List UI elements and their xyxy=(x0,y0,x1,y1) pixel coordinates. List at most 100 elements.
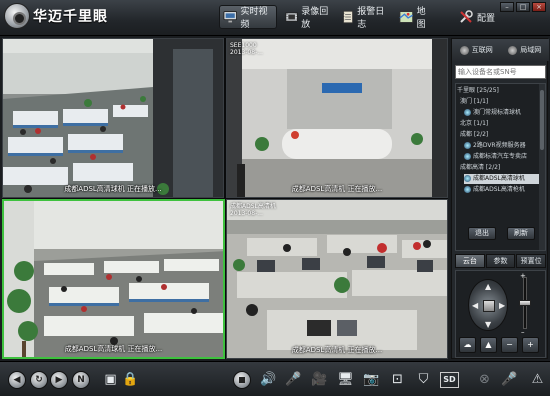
camera-icon xyxy=(464,175,471,182)
refresh-button[interactable]: 刷新 xyxy=(507,227,535,240)
minimize-button[interactable]: – xyxy=(500,2,514,12)
tree-node-label: 澳门常规标清球机 xyxy=(473,109,522,116)
ptz-control: ▲ ▼ ◀ ▶ + – ☁ ▲ − + xyxy=(455,270,546,358)
tree-scrollbar[interactable] xyxy=(539,84,545,250)
video-frame-office-open xyxy=(3,39,223,197)
bottom-toolbar: ◀ ↻ ▶ N ▣ 🔒 🔊 🎤 🎥 🖥 📷 ⊡ ⛉ SD ⊗ 🎤 ⚠ xyxy=(0,361,550,396)
tree-node-label: 成都标清汽车专卖店 xyxy=(473,153,528,160)
stop-icon[interactable] xyxy=(233,371,251,389)
snapshot-icon[interactable]: 📷 xyxy=(362,371,381,389)
arrow-right-icon[interactable]: ▶ xyxy=(50,371,68,389)
tab-lan[interactable]: 局域网 xyxy=(501,39,550,61)
video-caption: 成都ADSL高清机 正在播放... xyxy=(291,346,383,354)
arrow-down-icon[interactable]: ▼ xyxy=(485,321,491,329)
osd-line: 成都ADSL高清机 xyxy=(230,203,276,210)
microphone-muted-icon[interactable]: 🎤 xyxy=(500,371,519,389)
tree-node[interactable]: 澳门常规标清球机 xyxy=(464,108,545,118)
fullscreen-icon[interactable]: ▣ xyxy=(101,371,120,389)
n-icon[interactable]: N xyxy=(72,371,90,389)
ptz-center-button[interactable] xyxy=(483,300,495,312)
warning-icon[interactable]: ⚠ xyxy=(528,371,547,389)
slider-knob[interactable] xyxy=(519,300,531,306)
tab-params[interactable]: 参数 xyxy=(485,254,516,268)
mountain-icon[interactable]: ▲ xyxy=(480,337,497,353)
video-caption: 成都ADSL高清球机 正在播放... xyxy=(64,185,162,193)
arrow-left-icon[interactable]: ◀ xyxy=(472,302,478,310)
osd-line: 2013-08-... xyxy=(230,49,263,56)
arrow-up-icon[interactable]: ▲ xyxy=(485,283,491,291)
screen-icon[interactable]: ⊡ xyxy=(388,371,407,389)
cloud-icon[interactable]: ☁ xyxy=(459,337,476,353)
minus-icon: – xyxy=(521,328,525,336)
tree-node-label: 北京 [1/1] xyxy=(460,120,489,127)
speed-slider[interactable] xyxy=(519,277,531,329)
scrollbar-thumb[interactable] xyxy=(540,90,544,150)
arrow-left-icon[interactable]: ◀ xyxy=(8,371,26,389)
arrow-right-icon[interactable]: ▶ xyxy=(499,302,505,310)
nav-realtime-video[interactable]: 实时视频 xyxy=(219,5,277,30)
camera-icon xyxy=(464,186,471,193)
rotate-icon[interactable]: ↻ xyxy=(30,371,48,389)
device-panel: 互联网 局域网 千里眼 [25/25] 澳门 [1/1] 澳门常规标清球机 北京… xyxy=(451,38,550,359)
maximize-button[interactable]: □ xyxy=(516,2,530,12)
nav-label: 实时视频 xyxy=(240,7,268,30)
tab-label: 局域网 xyxy=(520,46,542,54)
camera-icon xyxy=(464,142,471,149)
video-cell-3[interactable]: 成都ADSL高清球机 正在播放... xyxy=(2,199,225,359)
tree-node[interactable]: 北京 [1/1] xyxy=(460,119,544,129)
close-button[interactable]: × xyxy=(532,2,546,12)
globe-icon xyxy=(459,45,469,55)
video-caption: 成都ADSL高清球机 正在播放... xyxy=(64,345,163,353)
tree-node[interactable]: 2路DVR视频服务器 xyxy=(464,141,545,151)
record-camera-icon[interactable]: 🎥 xyxy=(310,371,329,389)
camera-icon xyxy=(464,109,471,116)
video-osd-text: 成都ADSL高清机 2013-08-... xyxy=(230,203,276,217)
tree-node[interactable]: 成都标清汽车专卖店 xyxy=(464,152,545,162)
device-tree: 千里眼 [25/25] 澳门 [1/1] 澳门常规标清球机 北京 [1/1] 成… xyxy=(455,83,546,251)
device-search-input[interactable] xyxy=(455,65,546,79)
tree-node-label: 澳门 [1/1] xyxy=(460,98,489,105)
map-icon xyxy=(399,11,414,23)
tree-node[interactable]: 千里眼 [25/25] xyxy=(457,86,541,96)
tab-presets[interactable]: 预置位 xyxy=(516,254,547,268)
shield-icon[interactable]: ⛉ xyxy=(414,371,433,389)
sd-quality-icon[interactable]: SD xyxy=(440,372,459,388)
speaker-icon[interactable]: 🔊 xyxy=(259,371,278,389)
tree-node[interactable]: 成都 [2/2] xyxy=(460,130,544,140)
zoom-in-icon[interactable]: + xyxy=(522,337,539,353)
notebook-icon xyxy=(342,10,353,24)
monitor-icon xyxy=(223,11,238,23)
lock-icon[interactable]: 🔒 xyxy=(121,371,140,389)
tab-internet[interactable]: 互联网 xyxy=(452,39,501,61)
video-cell-4[interactable]: 成都ADSL高清机 2013-08-... 成都ADSL高清机 正在播放... xyxy=(226,199,448,359)
video-cell-2[interactable]: SEE1000 2013-08-... 成都ADSL高清机 正在播放... xyxy=(226,38,448,198)
ptz-direction-pad[interactable]: ▲ ▼ ◀ ▶ xyxy=(468,279,508,331)
control-tabs: 云台 参数 预置位 xyxy=(455,254,547,268)
tree-node[interactable]: 成都ADSL高清枪机 xyxy=(464,185,545,195)
tree-node-selected[interactable]: 成都ADSL高清球机 xyxy=(464,174,545,184)
tree-node-label: 成都ADSL高清枪机 xyxy=(473,186,525,193)
osd-line: SEE1000 xyxy=(230,42,257,49)
close-circle-icon[interactable]: ⊗ xyxy=(475,371,494,389)
tree-node[interactable]: 澳门 [1/1] xyxy=(460,97,544,107)
tree-node-label: 成都 [2/2] xyxy=(460,131,489,138)
nav-alarm-log[interactable]: 报警日志 xyxy=(338,5,390,30)
tree-node-label: 千里眼 [25/25] xyxy=(457,87,499,94)
video-frame-reception xyxy=(227,39,447,197)
monitor-icon[interactable]: 🖥 xyxy=(336,371,355,389)
window-controls: – □ × xyxy=(500,2,546,12)
camera-icon xyxy=(464,153,471,160)
video-cell-1[interactable]: 成都ADSL高清球机 正在播放... xyxy=(2,38,224,198)
tree-node-label: 成都ADSL高清球机 xyxy=(473,175,525,182)
zoom-out-icon[interactable]: − xyxy=(501,337,518,353)
nav-playback[interactable]: 录像回放 xyxy=(282,5,334,30)
nav-map[interactable]: 地图 xyxy=(396,5,436,30)
nav-config[interactable]: 配置 xyxy=(455,5,499,29)
exit-button[interactable]: 退出 xyxy=(468,227,496,240)
film-icon xyxy=(285,12,298,22)
tab-ptz[interactable]: 云台 xyxy=(455,254,485,268)
nav-label: 报警日志 xyxy=(357,7,385,30)
microphone-icon[interactable]: 🎤 xyxy=(284,371,303,389)
tree-node[interactable]: 成都高清 [2/2] xyxy=(460,163,544,173)
video-frame-office-desks xyxy=(227,200,447,358)
